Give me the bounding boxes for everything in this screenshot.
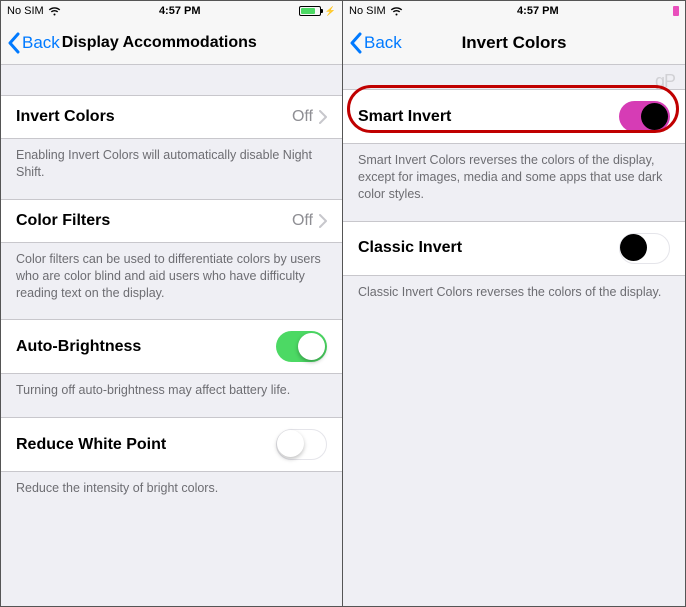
row-label: Color Filters (16, 212, 110, 230)
classic-invert-toggle[interactable] (619, 233, 670, 264)
row-label: Smart Invert (358, 108, 451, 126)
chevron-right-icon (319, 110, 327, 124)
back-button[interactable]: Back (7, 32, 60, 54)
wifi-icon (390, 6, 403, 16)
reduce-white-point-row: Reduce White Point (1, 417, 342, 472)
carrier-text: No SIM (349, 5, 386, 17)
auto-brightness-row: Auto-Brightness (1, 319, 342, 374)
row-label: Invert Colors (16, 108, 115, 126)
auto-brightness-toggle[interactable] (276, 331, 327, 362)
reduce-white-point-toggle[interactable] (276, 429, 327, 460)
battery-icon (673, 6, 679, 16)
row-footer: Reduce the intensity of bright colors. (1, 472, 342, 515)
status-bar: No SIM 4:57 PM (343, 1, 685, 21)
chevron-left-icon (349, 32, 362, 54)
classic-invert-row: Classic Invert (343, 221, 685, 276)
page-title: Invert Colors (462, 33, 567, 53)
color-filters-row[interactable]: Color Filters Off (1, 199, 342, 243)
page-title: Display Accommodations (62, 34, 257, 52)
row-value: Off (292, 212, 327, 230)
nav-bar: Back Display Accommodations (1, 21, 342, 65)
battery-icon (299, 6, 321, 16)
settings-list: Smart Invert Smart Invert Colors reverse… (343, 65, 685, 606)
phone-left: No SIM 4:57 PM ⚡ Back Display Accommodat… (1, 1, 343, 606)
clock-text: 4:57 PM (159, 5, 201, 17)
wifi-icon (48, 6, 61, 16)
chevron-right-icon (319, 214, 327, 228)
row-footer: Turning off auto-brightness may affect b… (1, 374, 342, 417)
back-label: Back (22, 33, 60, 53)
status-bar: No SIM 4:57 PM ⚡ (1, 1, 342, 21)
smart-invert-row: Smart Invert (343, 89, 685, 144)
back-label: Back (364, 33, 402, 53)
smart-invert-toggle[interactable] (619, 101, 670, 132)
charging-icon: ⚡ (325, 6, 336, 17)
settings-list: Invert Colors Off Enabling Invert Colors… (1, 65, 342, 606)
invert-colors-row[interactable]: Invert Colors Off (1, 95, 342, 139)
clock-text: 4:57 PM (517, 5, 559, 17)
carrier-text: No SIM (7, 5, 44, 17)
row-label: Auto-Brightness (16, 338, 141, 356)
phone-right: No SIM 4:57 PM Back Invert Colors gP Sma… (343, 1, 685, 606)
row-footer: Smart Invert Colors reverses the colors … (343, 144, 685, 221)
row-footer: Color filters can be used to differentia… (1, 243, 342, 320)
row-footer: Enabling Invert Colors will automaticall… (1, 139, 342, 199)
row-label: Classic Invert (358, 239, 462, 257)
row-footer: Classic Invert Colors reverses the color… (343, 276, 685, 319)
back-button[interactable]: Back (349, 32, 402, 54)
nav-bar: Back Invert Colors (343, 21, 685, 65)
row-label: Reduce White Point (16, 436, 166, 454)
chevron-left-icon (7, 32, 20, 54)
row-value: Off (292, 108, 327, 126)
